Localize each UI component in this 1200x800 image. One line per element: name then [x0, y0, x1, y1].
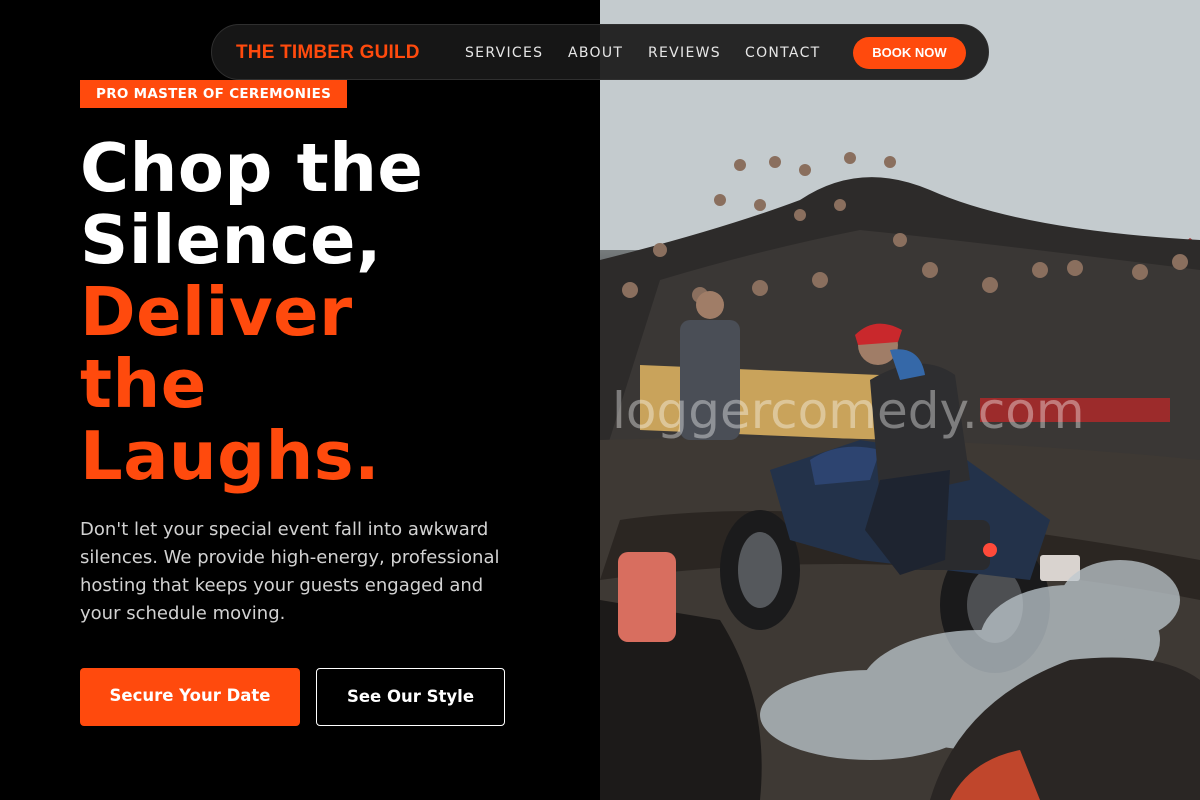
book-now-button[interactable]: BOOK NOW — [853, 37, 966, 69]
headline-accent-line: the — [80, 345, 207, 423]
headline-accent-line: Deliver — [80, 273, 353, 351]
top-navbar: THE TIMBER GUILD SERVICES ABOUT REVIEWS … — [211, 24, 989, 80]
brand-logo[interactable]: THE TIMBER GUILD — [236, 42, 420, 64]
pro-mc-badge: PRO MASTER OF CEREMONIES — [80, 80, 348, 108]
nav-about[interactable]: ABOUT — [568, 45, 623, 61]
headline-accent-line: Laughs. — [80, 417, 381, 495]
hero-photo — [600, 0, 1200, 800]
nav-contact[interactable]: CONTACT — [745, 45, 821, 61]
landing-page: PRO MASTER OF CEREMONIES Chop the Silenc… — [0, 0, 1200, 800]
motorcycle-burnout-photo — [600, 0, 1200, 800]
see-our-style-button[interactable]: See Our Style — [316, 668, 505, 726]
nav-reviews[interactable]: REVIEWS — [648, 45, 721, 61]
headline-line: Silence, — [80, 201, 382, 279]
hero-headline: Chop the Silence, Deliver the Laughs. — [80, 132, 423, 492]
secure-your-date-button[interactable]: Secure Your Date — [80, 668, 300, 726]
hero-left-panel: PRO MASTER OF CEREMONIES Chop the Silenc… — [0, 0, 600, 800]
hero-description: Don't let your special event fall into a… — [80, 519, 500, 624]
nav-services[interactable]: SERVICES — [465, 45, 543, 61]
headline-line: Chop the — [80, 129, 424, 207]
